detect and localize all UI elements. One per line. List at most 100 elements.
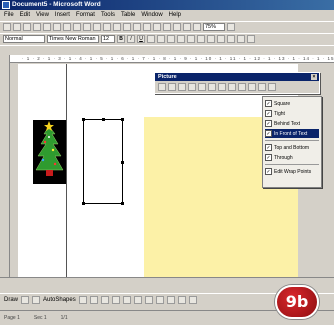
- resize-handle[interactable]: [82, 202, 85, 205]
- format-painter-icon[interactable]: [93, 23, 101, 31]
- resize-handle[interactable]: [121, 161, 124, 164]
- word-app-icon: [2, 1, 10, 9]
- numbering-icon[interactable]: [187, 35, 195, 43]
- oval-icon[interactable]: [111, 295, 120, 304]
- underline-icon[interactable]: U: [137, 35, 145, 43]
- menu-table[interactable]: Table: [121, 12, 135, 18]
- more-brightness-icon[interactable]: [198, 83, 206, 91]
- menu-window[interactable]: Window: [141, 12, 162, 18]
- undo-icon[interactable]: [103, 23, 111, 31]
- copy-icon[interactable]: [73, 23, 81, 31]
- help-icon[interactable]: [227, 23, 235, 31]
- image-control-icon[interactable]: [168, 83, 176, 91]
- wordart-icon[interactable]: [133, 295, 142, 304]
- line-style-icon[interactable]: [188, 295, 197, 304]
- insert-picture-icon[interactable]: [158, 83, 166, 91]
- wrap-through-item[interactable]: ✓ Through: [265, 153, 319, 162]
- increase-indent-icon[interactable]: [217, 35, 225, 43]
- autoshapes-menu[interactable]: AutoShapes: [43, 297, 76, 303]
- less-brightness-icon[interactable]: [208, 83, 216, 91]
- excel-icon[interactable]: [153, 23, 161, 31]
- wrap-behind-text-item[interactable]: ✓ Behind Text: [265, 119, 319, 128]
- show-hide-icon[interactable]: [193, 23, 201, 31]
- align-center-icon[interactable]: [157, 35, 165, 43]
- rectangle-icon[interactable]: [100, 295, 109, 304]
- horizontal-scrollbar[interactable]: [0, 277, 334, 285]
- italic-icon[interactable]: I: [127, 35, 135, 43]
- horizontal-ruler: · 1 · 2 · 1 · 3 · 1 · 4 · 1 · 5 · 1 · 6 …: [10, 55, 334, 63]
- columns-icon[interactable]: [163, 23, 171, 31]
- cut-icon[interactable]: [63, 23, 71, 31]
- line-style-icon[interactable]: [228, 83, 236, 91]
- clip-art-icon[interactable]: [144, 295, 153, 304]
- new-icon[interactable]: [3, 23, 11, 31]
- document-page[interactable]: [18, 64, 298, 277]
- wrap-top-bottom-item[interactable]: ✓ Top and Bottom: [265, 143, 319, 152]
- align-left-icon[interactable]: [147, 35, 155, 43]
- fill-color-icon[interactable]: [155, 295, 164, 304]
- text-wrapping-menu: ✓ Square ✓ Tight ✓ Behind Text ✓ In Front of…: [262, 96, 322, 188]
- resize-handle[interactable]: [102, 118, 105, 121]
- edit-wrap-points-item[interactable]: ✓ Edit Wrap Points: [265, 167, 319, 176]
- edit-wrap-points-icon: ✓: [265, 168, 272, 175]
- menu-format[interactable]: Format: [76, 12, 95, 18]
- more-contrast-icon[interactable]: [178, 83, 186, 91]
- set-transparent-color-icon[interactable]: [258, 83, 266, 91]
- document-map-icon[interactable]: [183, 23, 191, 31]
- insert-table-icon[interactable]: [143, 23, 151, 31]
- menu-view[interactable]: View: [36, 12, 49, 18]
- menu-edit[interactable]: Edit: [20, 12, 30, 18]
- border-icon[interactable]: [227, 35, 235, 43]
- style-combo[interactable]: Normal: [3, 35, 45, 43]
- picture-toolbar-title[interactable]: Picture ×: [155, 73, 319, 81]
- menu-file[interactable]: File: [4, 12, 14, 18]
- spelling-icon[interactable]: [53, 23, 61, 31]
- highlight-icon[interactable]: [237, 35, 245, 43]
- font-combo[interactable]: Times New Roman: [47, 35, 99, 43]
- drawing-icon[interactable]: [173, 23, 181, 31]
- justify-icon[interactable]: [177, 35, 185, 43]
- zoom-combo[interactable]: 75%: [203, 23, 225, 31]
- arrow-icon[interactable]: [89, 295, 98, 304]
- hyperlink-icon[interactable]: [123, 23, 131, 31]
- menu-tools[interactable]: Tools: [101, 12, 115, 18]
- wrap-square-item[interactable]: ✓ Square: [265, 99, 319, 108]
- select-objects-icon[interactable]: [21, 295, 30, 304]
- line-icon[interactable]: [78, 295, 87, 304]
- save-icon[interactable]: [23, 23, 31, 31]
- format-picture-icon[interactable]: [248, 83, 256, 91]
- resize-handle[interactable]: [121, 118, 124, 121]
- align-right-icon[interactable]: [167, 35, 175, 43]
- print-icon[interactable]: [33, 23, 41, 31]
- paste-icon[interactable]: [83, 23, 91, 31]
- menu-help[interactable]: Help: [169, 12, 181, 18]
- free-rotate-icon[interactable]: [32, 295, 41, 304]
- close-icon[interactable]: ×: [311, 74, 317, 80]
- decrease-indent-icon[interactable]: [207, 35, 215, 43]
- bullets-icon[interactable]: [197, 35, 205, 43]
- wrap-in-front-of-text-item[interactable]: ✓ In Front of Text: [265, 129, 319, 138]
- redo-icon[interactable]: [113, 23, 121, 31]
- menu-insert[interactable]: Insert: [55, 12, 70, 18]
- less-contrast-icon[interactable]: [188, 83, 196, 91]
- resize-handle[interactable]: [121, 202, 124, 205]
- text-box-icon[interactable]: [122, 295, 131, 304]
- window-title: Document5 - Microsoft Word: [12, 1, 101, 8]
- text-wrapping-icon[interactable]: [238, 83, 246, 91]
- crop-icon[interactable]: [218, 83, 226, 91]
- resize-handle[interactable]: [82, 118, 85, 121]
- bold-icon[interactable]: B: [117, 35, 125, 43]
- picture-toolbar: Picture ×: [154, 72, 320, 94]
- line-color-icon[interactable]: [166, 295, 175, 304]
- preview-icon[interactable]: [43, 23, 51, 31]
- size-combo[interactable]: 12: [101, 35, 115, 43]
- reset-picture-icon[interactable]: [268, 83, 276, 91]
- christmas-tree-image[interactable]: [33, 120, 66, 184]
- open-icon[interactable]: [13, 23, 21, 31]
- wrap-tight-item[interactable]: ✓ Tight: [265, 109, 319, 118]
- draw-menu[interactable]: Draw: [4, 297, 18, 303]
- font-color-icon[interactable]: [247, 35, 255, 43]
- font-color-icon[interactable]: [177, 295, 186, 304]
- selected-picture-frame[interactable]: [82, 118, 124, 205]
- tables-icon[interactable]: [133, 23, 141, 31]
